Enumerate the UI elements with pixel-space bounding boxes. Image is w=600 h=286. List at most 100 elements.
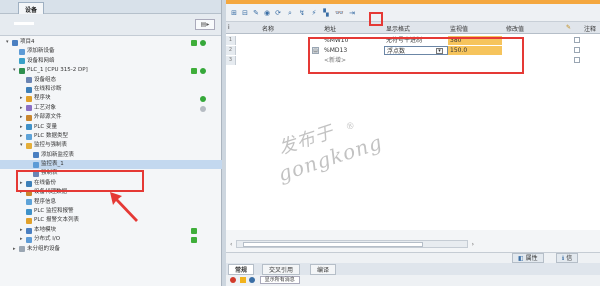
plc-datatype-icon [26,133,32,140]
tree-item[interactable]: ▾ PLC_1 [CPU 315-2 DP] [0,66,222,75]
tree-item[interactable]: ▸ PLC 数据类型 [0,132,222,141]
consistency-ok-icon [191,227,197,234]
info-tab[interactable]: ℹ 信 [556,253,579,263]
monitor-all-icon[interactable]: ⟳ [274,9,282,17]
tree-view-toggle-icon[interactable]: ▤▸ [195,19,215,30]
tree-item[interactable]: 添加新设备 [0,47,222,56]
tree-item[interactable]: ▸ 工艺对象 [0,104,222,113]
tree-item[interactable]: ▸ 本地模块 [0,226,222,235]
tree-item[interactable]: 添加新监控表 [0,151,222,160]
tree-item[interactable]: 监控表_1 [0,160,222,170]
add-device-icon [19,49,25,56]
red-arrow-pointer-icon [110,192,138,222]
col-modify-value[interactable]: 修改值 [506,24,524,33]
row-number: 1 [226,36,236,45]
col-address[interactable]: 地址 [324,24,336,33]
tree-item[interactable]: ▸ 分布式 I/O [0,235,222,244]
highlight-toolbar-button [369,12,383,26]
tree-item-label: PLC 数据类型 [34,132,68,139]
tree-item[interactable]: ▸ 外部源文件 [0,113,222,122]
force-icon[interactable]: ▚ [322,9,330,17]
tree-item[interactable]: ▸ PLC 变量 [0,123,222,132]
watch-table-toolbar: ⊞ ⊟ ✎ ◉ ⟳ ⌕ ↯ ⚡ ▚ 👓 ⇥ [226,4,600,22]
program-blocks-icon [26,96,32,103]
col-comment[interactable]: 注释 [584,24,596,33]
project-tree-panel: 设备 ▤▸ ▾ 项目4 添加新设备 设备和网络 ▾ PLC_1 [CPU 315-2 DP… [0,0,222,286]
col-monitor-value[interactable]: 监视值 [450,24,468,33]
tree-item-label: 程序块 [34,95,51,102]
tab-general[interactable]: 常规 [228,264,255,275]
col-index: i [228,24,230,31]
scrollbar-thumb[interactable] [243,242,423,247]
tree-item-label: 项目4 [20,39,35,45]
device-config-icon [26,77,32,84]
tree-item-label: PLC 报警文本列表 [34,217,79,224]
modify-once-icon[interactable]: ⚡ [310,9,318,17]
row-number: 2 [226,46,236,55]
ext-source-icon [26,114,32,121]
col-name[interactable]: 名称 [262,24,274,33]
dist-io-icon [26,236,32,243]
add-row-icon[interactable]: ⊟ [241,9,249,17]
monitor-all-glasses-icon[interactable]: 👓 [335,9,344,17]
modify-checkbox[interactable] [574,37,580,43]
tab-compile[interactable]: 编译 [310,264,337,275]
scroll-left-icon[interactable]: ‹ [230,241,232,248]
message-filter-row: 显示所有消息 [230,276,300,285]
tree-item-label: 程序信息 [34,198,57,205]
tree-item[interactable]: ▾ 项目4 [0,38,222,47]
error-icon[interactable] [230,276,236,283]
modify-checkbox[interactable] [574,47,580,53]
tree-item-label: 监控表_1 [41,161,64,168]
info-filter-icon[interactable] [249,276,256,283]
online-unknown-icon [200,105,206,112]
tree-item-label: 监控与强制表 [34,142,68,149]
table-header: i 名称 地址 显示格式 监视值 修改值 ✎ 注释 [226,22,600,34]
consistency-ok-icon [191,237,197,244]
message-filter-dropdown[interactable]: 显示所有消息 [259,276,300,284]
add-watch-icon [33,152,39,159]
highlight-watch-table-item [16,170,144,192]
highlight-table-rows [308,37,524,74]
tree-item[interactable]: 在线和诊断 [0,85,222,94]
zoom-icon[interactable]: ⌕ [286,9,294,17]
info-label: 信 [566,255,573,262]
tree-item-label: 设备和网络 [27,57,55,64]
watch-table-icon [33,161,39,168]
project-icon [12,39,18,46]
modify-icon[interactable]: ✎ [252,9,260,17]
warning-icon[interactable] [239,276,246,283]
tree-toolbar: ▤▸ [0,14,221,36]
monitor-once-icon[interactable]: ◉ [263,9,271,17]
online-ok-icon [200,40,206,46]
online-ok-icon [200,96,206,103]
horizontal-scrollbar[interactable]: ‹ › [230,240,474,248]
scroll-right-icon[interactable]: › [472,241,474,248]
col-display-format[interactable]: 显示格式 [386,24,410,33]
program-info-icon [26,199,32,206]
plc-icon [19,67,25,74]
insert-row-icon[interactable]: ⊞ [230,9,238,17]
plc-alarm-icon [26,208,32,215]
ungrouped-icon [19,246,25,253]
tech-objects-icon [26,105,32,112]
properties-tab[interactable]: ◧ 属性 [512,253,544,263]
tab-cross-reference[interactable]: 交叉引用 [262,264,301,275]
online-ok-icon [200,68,206,75]
tree-item[interactable]: ▸ 程序块 [0,94,222,103]
modify-all-icon[interactable]: ↯ [298,9,306,17]
modify-checkbox[interactable] [574,57,580,63]
tree-item[interactable]: ▸ 未分组的设备 [0,245,222,254]
properties-icon: ◧ [518,255,524,262]
inspector-window: ◧ 属性 ℹ 信 常规 交叉引用 编译 显示所有消息 [226,252,600,286]
col-modify-flag-icon: ✎ [566,24,572,31]
extended-mode-icon[interactable]: ⇥ [348,9,356,17]
tree-header-line [14,22,34,25]
network-icon [19,58,25,65]
tree-item-label: 工艺对象 [34,104,57,111]
tree-item[interactable]: 设备和网络 [0,57,222,66]
tree-item[interactable]: ▾ 监控与强制表 [0,141,222,150]
row-number: 3 [226,56,236,65]
tree-item[interactable]: 设备组态 [0,76,222,85]
info-icon: ℹ [562,255,565,262]
